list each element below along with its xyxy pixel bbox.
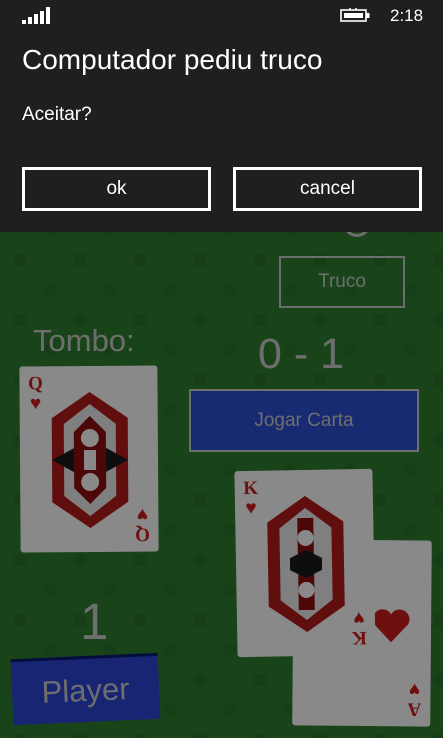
status-bar: 2:18 [0, 0, 443, 32]
signal-bars-icon [22, 7, 50, 24]
cancel-button[interactable]: cancel [233, 167, 422, 211]
ok-button[interactable]: ok [22, 167, 211, 211]
battery-charging-icon [340, 8, 370, 22]
truco-request-dialog: Computador pediu truco Aceitar? ok cance… [0, 32, 443, 232]
status-clock: 2:18 [390, 6, 424, 25]
dialog-message: Aceitar? [22, 104, 92, 125]
dialog-title: Computador pediu truco [22, 44, 323, 75]
